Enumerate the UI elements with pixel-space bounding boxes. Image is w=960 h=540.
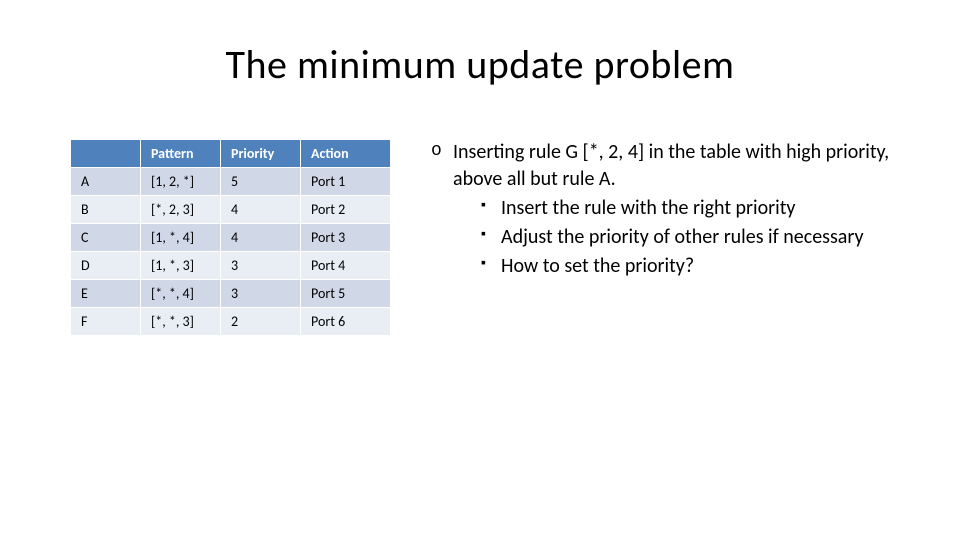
- slide-title: The minimum update problem: [40, 40, 920, 89]
- cell-pattern: [*, *, 3]: [141, 308, 221, 336]
- cell-id: B: [71, 196, 141, 224]
- cell-id: F: [71, 308, 141, 336]
- rules-table: Pattern Priority Action A [1, 2, *] 5 Po…: [70, 139, 391, 336]
- cell-action: Port 5: [301, 280, 391, 308]
- bullet-panel: Inserting rule G [*, 2, 4] in the table …: [431, 139, 890, 336]
- cell-id: C: [71, 224, 141, 252]
- bullet-main-text: Inserting rule G [*, 2, 4] in the table …: [453, 140, 889, 191]
- content-row: Pattern Priority Action A [1, 2, *] 5 Po…: [40, 139, 920, 336]
- cell-id: D: [71, 252, 141, 280]
- cell-pattern: [*, 2, 3]: [141, 196, 221, 224]
- cell-priority: 5: [221, 168, 301, 196]
- cell-priority: 2: [221, 308, 301, 336]
- bullet-main: Inserting rule G [*, 2, 4] in the table …: [431, 139, 890, 280]
- cell-id: A: [71, 168, 141, 196]
- cell-priority: 3: [221, 252, 301, 280]
- outer-list: Inserting rule G [*, 2, 4] in the table …: [431, 139, 890, 280]
- col-header-blank: [71, 140, 141, 168]
- cell-pattern: [1, *, 4]: [141, 224, 221, 252]
- table-row: F [*, *, 3] 2 Port 6: [71, 308, 391, 336]
- table-row: A [1, 2, *] 5 Port 1: [71, 168, 391, 196]
- cell-action: Port 2: [301, 196, 391, 224]
- table-header-row: Pattern Priority Action: [71, 140, 391, 168]
- cell-pattern: [*, *, 4]: [141, 280, 221, 308]
- cell-pattern: [1, *, 3]: [141, 252, 221, 280]
- bullet-sub: Adjust the priority of other rules if ne…: [481, 224, 890, 251]
- col-header-pattern: Pattern: [141, 140, 221, 168]
- cell-action: Port 6: [301, 308, 391, 336]
- col-header-action: Action: [301, 140, 391, 168]
- inner-list: Insert the rule with the right priority …: [453, 195, 890, 280]
- col-header-priority: Priority: [221, 140, 301, 168]
- cell-priority: 4: [221, 196, 301, 224]
- table-row: E [*, *, 4] 3 Port 5: [71, 280, 391, 308]
- cell-priority: 4: [221, 224, 301, 252]
- bullet-sub: How to set the priority?: [481, 253, 890, 280]
- cell-pattern: [1, 2, *]: [141, 168, 221, 196]
- cell-action: Port 3: [301, 224, 391, 252]
- table-row: C [1, *, 4] 4 Port 3: [71, 224, 391, 252]
- cell-action: Port 1: [301, 168, 391, 196]
- table-row: B [*, 2, 3] 4 Port 2: [71, 196, 391, 224]
- cell-action: Port 4: [301, 252, 391, 280]
- table-container: Pattern Priority Action A [1, 2, *] 5 Po…: [70, 139, 391, 336]
- slide: The minimum update problem Pattern Prior…: [0, 0, 960, 540]
- bullet-sub: Insert the rule with the right priority: [481, 195, 890, 222]
- cell-priority: 3: [221, 280, 301, 308]
- cell-id: E: [71, 280, 141, 308]
- table-row: D [1, *, 3] 3 Port 4: [71, 252, 391, 280]
